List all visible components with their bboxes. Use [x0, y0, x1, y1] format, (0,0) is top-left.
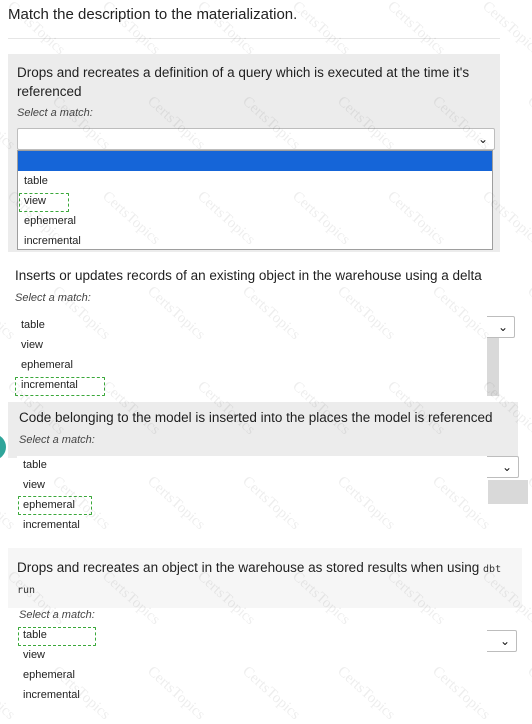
question-1-hint: Select a match: [17, 107, 93, 119]
watermark-text: CertsTopics [0, 663, 18, 723]
chevron-down-icon: ⌄ [477, 132, 488, 146]
question-1-select[interactable]: ⌄ [17, 128, 495, 150]
chevron-down-icon: ⌄ [497, 320, 508, 334]
question-2-hint: Select a match: [15, 292, 91, 304]
scroll-gutter [487, 338, 499, 396]
watermark-text: CertsTopics [524, 663, 532, 723]
watermark-text: CertsTopics [384, 0, 448, 58]
answer-highlight [18, 496, 92, 515]
question-2-text: Inserts or updates records of an existin… [15, 268, 482, 283]
question-4-option-view[interactable]: view [17, 645, 487, 665]
page-title: Match the description to the materializa… [8, 6, 298, 23]
question-4-text: Drops and recreates an object in the war… [17, 558, 522, 600]
watermark-text: CertsTopics [524, 93, 532, 153]
watermark-text: CertsTopics [524, 283, 532, 343]
question-4-option-incremental[interactable]: incremental [17, 685, 487, 705]
question-3-option-incremental[interactable]: incremental [17, 515, 487, 535]
question-1-option-incremental[interactable]: incremental [18, 231, 492, 251]
watermark-text: CertsTopics [289, 0, 353, 58]
question-3-hint: Select a match: [19, 434, 95, 446]
question-1-option-view[interactable]: view [18, 191, 492, 211]
question-1-dropdown-list: table view ephemeral incremental [17, 150, 493, 250]
question-3-text: Code belonging to the model is inserted … [19, 410, 493, 425]
question-3-option-view[interactable]: view [17, 475, 487, 495]
question-1-option-ephemeral[interactable]: ephemeral [18, 211, 492, 231]
question-4-hint: Select a match: [19, 609, 95, 621]
answer-highlight [15, 377, 105, 396]
watermark-text: CertsTopics [0, 473, 18, 533]
question-4-option-ephemeral[interactable]: ephemeral [17, 665, 487, 685]
answer-highlight [19, 193, 69, 212]
question-2-option-ephemeral[interactable]: ephemeral [15, 355, 487, 375]
question-1-text: Drops and recreates a definition of a qu… [17, 65, 470, 99]
question-2-option-view[interactable]: view [15, 335, 487, 355]
question-1-option-blank[interactable] [18, 151, 492, 171]
question-1-option-table[interactable]: table [18, 171, 492, 191]
chevron-down-icon: ⌄ [499, 634, 510, 648]
answer-highlight [18, 627, 96, 646]
side-tab [0, 434, 6, 460]
question-3-option-table[interactable]: table [17, 455, 487, 475]
watermark-text: CertsTopics [479, 0, 532, 58]
scroll-gutter [488, 480, 528, 504]
title-divider [8, 38, 500, 39]
chevron-down-icon: ⌄ [501, 460, 512, 474]
question-4-text-main: Drops and recreates an object in the war… [17, 560, 480, 575]
question-2-option-table[interactable]: table [15, 315, 487, 335]
